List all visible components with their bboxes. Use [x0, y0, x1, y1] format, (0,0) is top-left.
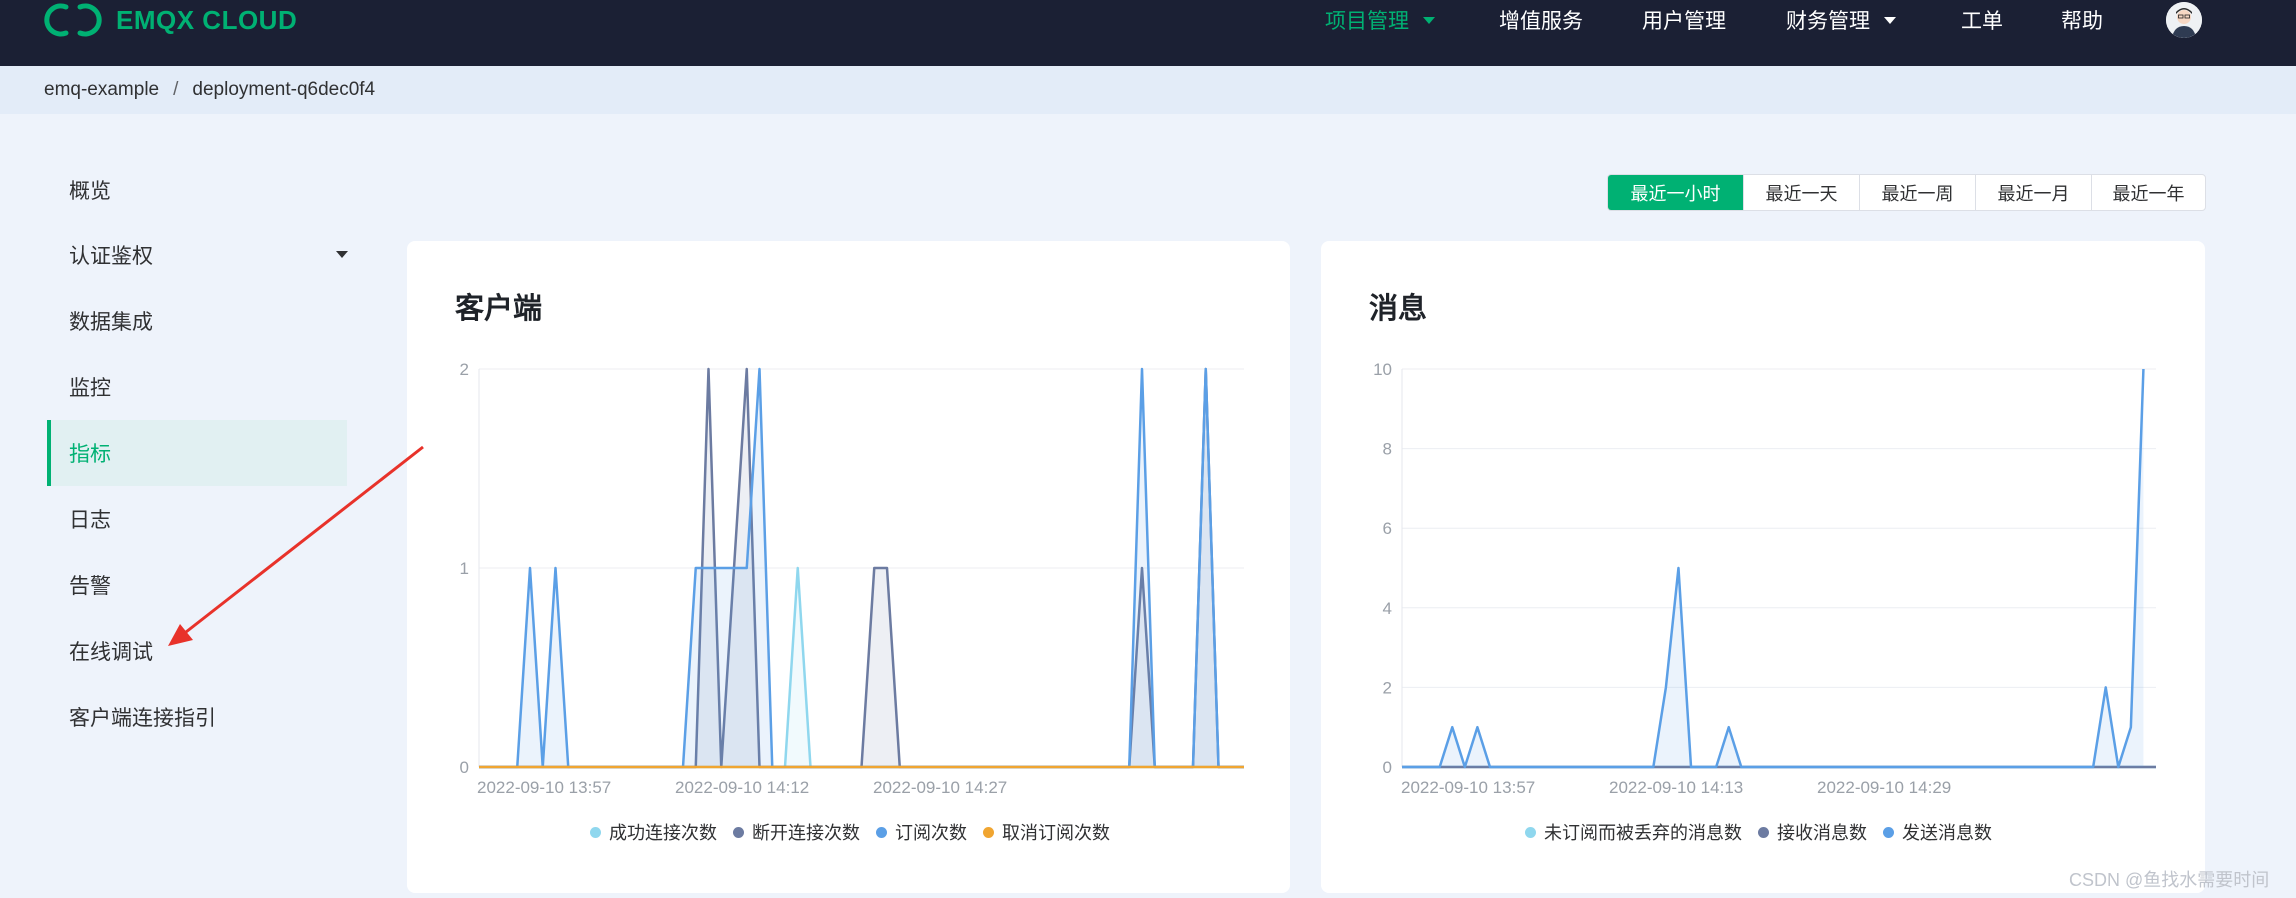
- nav-label: 工单: [1961, 10, 2003, 33]
- sidebar-item-label: 指标: [69, 443, 111, 466]
- sidebar-item-label: 概览: [69, 180, 111, 203]
- range-last-year[interactable]: 最近一年: [2091, 175, 2205, 210]
- y-tick-label: 6: [1383, 519, 1392, 538]
- breadcrumb-separator: /: [173, 79, 179, 100]
- y-tick-label: 4: [1383, 599, 1392, 618]
- breadcrumb-project[interactable]: emq-example: [44, 79, 159, 101]
- legend-item[interactable]: 发送消息数: [1883, 819, 1992, 845]
- y-tick-label: 1: [460, 559, 469, 578]
- nav-finance-management[interactable]: 财务管理: [1786, 0, 1896, 40]
- y-tick-label: 10: [1373, 360, 1392, 379]
- sidebar-item-label: 在线调试: [69, 641, 153, 664]
- legend-dot: [876, 826, 887, 838]
- sidebar-item-label: 日志: [69, 509, 111, 532]
- brand-logo[interactable]: EMQX CLOUD: [44, 0, 297, 40]
- legend-item[interactable]: 接收消息数: [1758, 819, 1867, 845]
- sidebar-item-label: 认证鉴权: [69, 245, 153, 268]
- sidebar-item-overview[interactable]: 概览: [47, 157, 347, 223]
- sidebar-item-client-connection-guide[interactable]: 客户端连接指引: [47, 684, 347, 750]
- series-line: [1402, 368, 2145, 769]
- chevron-down-icon: [1884, 16, 1896, 24]
- nav-label: 财务管理: [1786, 10, 1870, 33]
- x-tick-label: 2022-09-10 14:13: [1609, 778, 1743, 797]
- sidebar-item-logs[interactable]: 日志: [47, 486, 347, 552]
- x-tick-label: 2022-09-10 13:57: [477, 778, 611, 797]
- legend-item[interactable]: 未订阅而被丢弃的消息数: [1525, 819, 1742, 845]
- user-avatar-icon: [2166, 2, 2202, 38]
- top-navbar: EMQX CLOUD 项目管理 增值服务 用户管理 财务管理 工单 帮助: [0, 0, 2296, 66]
- range-last-week[interactable]: 最近一周: [1859, 175, 1975, 210]
- legend-dot: [590, 826, 601, 838]
- legend-item[interactable]: 断开连接次数: [733, 819, 860, 845]
- sidebar-item-label: 告警: [69, 575, 111, 598]
- nav-user-management[interactable]: 用户管理: [1642, 0, 1726, 40]
- legend-dot: [1883, 826, 1894, 838]
- y-tick-label: 0: [1383, 758, 1392, 777]
- legend-item[interactable]: 订阅次数: [876, 819, 967, 845]
- chevron-down-icon: [336, 251, 348, 258]
- nav-label: 用户管理: [1642, 10, 1726, 33]
- x-tick-label: 2022-09-10 14:29: [1817, 778, 1951, 797]
- legend-item[interactable]: 取消订阅次数: [983, 819, 1110, 845]
- watermark: CSDN @鱼找水需要时间: [2069, 870, 2270, 890]
- x-tick-label: 2022-09-10 14:12: [675, 778, 809, 797]
- legend-label: 取消订阅次数: [1002, 823, 1110, 843]
- brand-name: EMQX CLOUD: [116, 4, 298, 35]
- x-tick-label: 2022-09-10 13:57: [1401, 778, 1535, 797]
- nav-label: 项目管理: [1325, 10, 1409, 33]
- range-last-month[interactable]: 最近一月: [1975, 175, 2091, 210]
- sidebar-item-authentication[interactable]: 认证鉴权: [47, 222, 348, 288]
- nav-project-management[interactable]: 项目管理: [1325, 0, 1435, 40]
- range-last-day[interactable]: 最近一天: [1743, 175, 1859, 210]
- clients-chart: 0 1 2 2022-09-10 13:57 2022-09-10 14:12 2022-…: [460, 360, 1244, 797]
- legend-item[interactable]: 成功连接次数: [590, 819, 717, 845]
- legend-label: 成功连接次数: [609, 823, 717, 843]
- legend-label: 未订阅而被丢弃的消息数: [1544, 823, 1742, 843]
- emqx-logo-icon: [44, 3, 102, 37]
- sidebar-item-online-debug[interactable]: 在线调试: [47, 618, 347, 684]
- legend-dot: [1525, 826, 1536, 838]
- chevron-down-icon: [1423, 16, 1435, 24]
- messages-card: 消息 0 2 4 6 8 10 2022-09-10 13:57 2022-09-10 14:…: [1321, 241, 2205, 893]
- legend-label: 接收消息数: [1777, 823, 1867, 843]
- legend-dot: [733, 826, 744, 838]
- range-last-hour[interactable]: 最近一小时: [1608, 175, 1743, 210]
- clients-card: 客户端 0 1 2 2022-09-10 13:57 2022-09-10 14:12 2…: [407, 241, 1290, 893]
- x-tick-label: 2022-09-10 14:27: [873, 778, 1007, 797]
- legend-label: 发送消息数: [1902, 823, 1992, 843]
- messages-chart-legend: 未订阅而被丢弃的消息数 接收消息数 发送消息数: [1525, 819, 2008, 845]
- nav-help[interactable]: 帮助: [2061, 0, 2103, 40]
- sidebar-item-monitoring[interactable]: 监控: [47, 354, 347, 420]
- sidebar-item-alerts[interactable]: 告警: [47, 552, 347, 618]
- nav-tickets[interactable]: 工单: [1961, 0, 2003, 40]
- y-tick-label: 2: [1383, 678, 1392, 697]
- y-tick-label: 2: [460, 360, 469, 379]
- avatar[interactable]: [2166, 2, 2202, 38]
- legend-label: 断开连接次数: [752, 823, 860, 843]
- sidebar-item-label: 客户端连接指引: [69, 707, 216, 730]
- time-range-selector: 最近一小时 最近一天 最近一周 最近一月 最近一年: [1607, 174, 2206, 211]
- sidebar-item-label: 数据集成: [69, 311, 153, 334]
- nav-label: 帮助: [2061, 10, 2103, 33]
- messages-chart: 0 2 4 6 8 10 2022-09-10 13:57 2022-09-10 14:13 2…: [1373, 360, 2156, 797]
- sidebar-item-metrics[interactable]: 指标: [47, 420, 347, 486]
- legend-dot: [1758, 826, 1769, 838]
- y-tick-label: 0: [460, 758, 469, 777]
- legend-label: 订阅次数: [895, 823, 967, 843]
- sidebar-item-label: 监控: [69, 377, 111, 400]
- breadcrumb: emq-example / deployment-q6dec0f4: [0, 66, 2296, 114]
- breadcrumb-deployment: deployment-q6dec0f4: [192, 79, 376, 100]
- nav-label: 增值服务: [1499, 10, 1583, 33]
- y-tick-label: 8: [1383, 440, 1392, 459]
- sidebar-item-data-integration[interactable]: 数据集成: [47, 288, 347, 354]
- nav-value-added-services[interactable]: 增值服务: [1499, 0, 1583, 40]
- legend-dot: [983, 826, 994, 838]
- clients-chart-legend: 成功连接次数 断开连接次数 订阅次数 取消订阅次数: [590, 819, 1126, 845]
- series-area: [1402, 369, 2144, 767]
